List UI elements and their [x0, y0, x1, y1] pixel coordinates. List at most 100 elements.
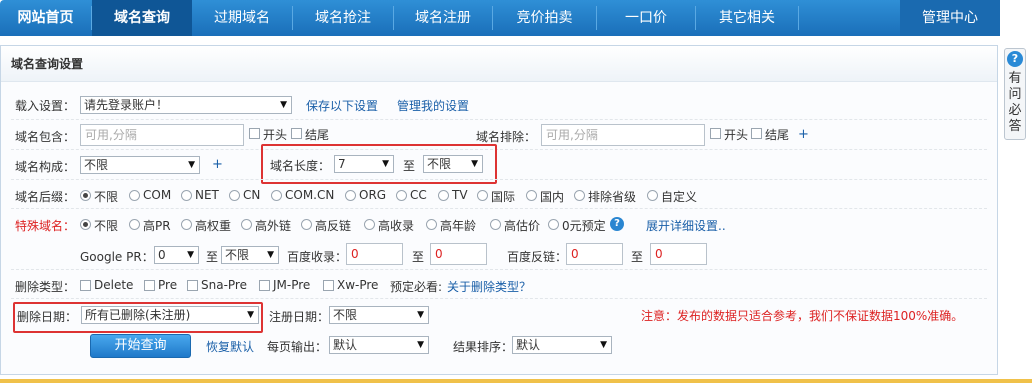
option-label: 不限: [94, 219, 119, 233]
length-max-value: 不限: [427, 157, 452, 171]
option-radio[interactable]: COM.CN: [271, 188, 341, 204]
checkbox-box: [323, 280, 334, 291]
option-label: 不限: [94, 190, 119, 204]
load-settings-select[interactable]: 请先登录账户！ ▼: [80, 96, 292, 114]
suffix-label: 域名后缀：: [15, 190, 76, 204]
row-divider: [11, 119, 987, 120]
nav-auction[interactable]: 竞价拍卖: [493, 0, 596, 36]
length-max-select[interactable]: 不限 ▼: [423, 155, 483, 173]
pr-min-select[interactable]: 0 ▼: [154, 246, 199, 264]
bottom-accent-bar: [0, 379, 1032, 383]
reg-date-select[interactable]: 不限 ▼: [329, 306, 429, 324]
length-min-select[interactable]: 7 ▼: [334, 155, 394, 173]
option-checkbox[interactable]: Sna-Pre: [187, 278, 257, 294]
exclude-label: 域名排除：: [476, 130, 537, 144]
composition-value: 不限: [84, 158, 109, 172]
exclude-input[interactable]: 可用,分隔: [541, 124, 705, 146]
option-label: 自定义: [661, 190, 698, 204]
nav-expired-domains[interactable]: 过期域名: [192, 0, 292, 36]
option-label: 国际: [491, 190, 516, 204]
nav-admin-center[interactable]: 管理中心: [900, 0, 1000, 36]
per-page-select[interactable]: 默认 ▼: [329, 336, 429, 354]
nav-other[interactable]: 其它相关: [696, 0, 798, 36]
nav-domain-register[interactable]: 域名注册: [394, 0, 492, 36]
option-radio[interactable]: 高年龄: [426, 217, 496, 233]
radio-circle: [345, 190, 356, 201]
pr-min-value: 0: [158, 248, 166, 262]
help-side-tab[interactable]: ? 有问必答: [1004, 48, 1026, 140]
sort-label: 结果排序：: [453, 340, 514, 354]
radio-circle: [129, 219, 140, 230]
option-label: Delete: [94, 278, 134, 292]
radio-circle: [301, 219, 312, 230]
sort-select[interactable]: 默认 ▼: [512, 336, 612, 354]
pr-max-select[interactable]: 不限 ▼: [221, 246, 279, 264]
option-label: 高PR: [143, 219, 171, 233]
pr-label: Google PR：: [80, 250, 154, 264]
baidu-backlink-min-input[interactable]: 0: [566, 243, 623, 265]
radio-circle: [574, 190, 585, 201]
baidu-backlink-max-input[interactable]: 0: [650, 243, 707, 265]
checkbox-box: [710, 128, 721, 139]
start-search-button[interactable]: 开始查询: [90, 334, 191, 358]
option-checkbox[interactable]: Delete: [80, 278, 150, 294]
pr-to-label: 至: [206, 250, 219, 264]
exclude-end-checkbox[interactable]: 结尾: [751, 126, 797, 142]
special-label: 特殊域名：: [15, 219, 76, 233]
checkbox-box: [291, 128, 302, 139]
option-radio[interactable]: 高反链: [301, 217, 371, 233]
length-label: 域名长度：: [270, 159, 331, 173]
chevron-down-icon: ▼: [267, 250, 274, 260]
expand-settings-link[interactable]: 展开详细设置..: [646, 217, 726, 234]
option-checkbox[interactable]: Xw-Pre: [323, 278, 393, 294]
nav-fixed-price[interactable]: 一口价: [597, 0, 695, 36]
option-checkbox[interactable]: JM-Pre: [259, 278, 329, 294]
option-label: Sna-Pre: [201, 278, 247, 292]
load-settings-label: 载入设置：: [15, 99, 76, 113]
checkbox-box: [80, 280, 91, 291]
chevron-down-icon: ▼: [417, 310, 424, 320]
include-end-checkbox[interactable]: 结尾: [291, 126, 337, 142]
nav-domain-search[interactable]: 域名查询: [92, 0, 192, 36]
checkbox-label: 结尾: [765, 128, 790, 142]
nav-domain-snapback[interactable]: 域名抢注: [293, 0, 393, 36]
radio-circle: [80, 219, 91, 230]
help-question-icon[interactable]: ?: [610, 217, 624, 231]
radio-circle: [490, 219, 501, 230]
radio-circle: [426, 219, 437, 230]
include-input[interactable]: 可用,分隔: [80, 124, 244, 146]
delete-date-label: 删除日期：: [17, 310, 78, 324]
option-label: CN: [243, 188, 261, 202]
nav-divider: [798, 6, 799, 30]
include-start-checkbox[interactable]: 开头: [249, 126, 295, 142]
exclude-add-button[interactable]: +: [798, 127, 809, 142]
radio-circle: [438, 190, 449, 201]
option-label: NET: [195, 188, 219, 202]
option-radio[interactable]: 排除省级: [574, 188, 644, 204]
composition-select[interactable]: 不限 ▼: [80, 156, 200, 174]
option-radio[interactable]: 0元预定: [548, 217, 618, 233]
radio-circle: [181, 190, 192, 201]
per-page-value: 默认: [333, 338, 358, 352]
option-label: 高外链: [255, 219, 292, 233]
exclude-start-checkbox[interactable]: 开头: [710, 126, 756, 142]
panel-title: 域名查询设置: [1, 46, 997, 82]
baidu-index-min-input[interactable]: 0: [346, 243, 403, 265]
option-label: Xw-Pre: [337, 278, 379, 292]
option-radio[interactable]: 高收录: [364, 217, 434, 233]
reset-defaults-link[interactable]: 恢复默认: [206, 338, 254, 355]
baidu-index-max-input[interactable]: 0: [430, 243, 487, 265]
nav-home[interactable]: 网站首页: [0, 0, 91, 36]
option-radio[interactable]: 自定义: [647, 188, 717, 204]
save-settings-link[interactable]: 保存以下设置: [306, 97, 378, 114]
radio-circle: [477, 190, 488, 201]
delete-type-info-link[interactable]: 关于删除类型？: [447, 278, 531, 295]
option-label: 高权重: [195, 219, 232, 233]
row-divider: [11, 179, 987, 180]
baidu-index-to-label: 至: [412, 250, 425, 264]
length-to-label: 至: [403, 159, 416, 173]
manage-settings-link[interactable]: 管理我的设置: [397, 97, 469, 114]
delete-date-value: 所有已删除(未注册): [85, 308, 191, 322]
delete-date-select[interactable]: 所有已删除(未注册) ▼: [81, 306, 259, 324]
composition-add-button[interactable]: +: [212, 157, 223, 172]
